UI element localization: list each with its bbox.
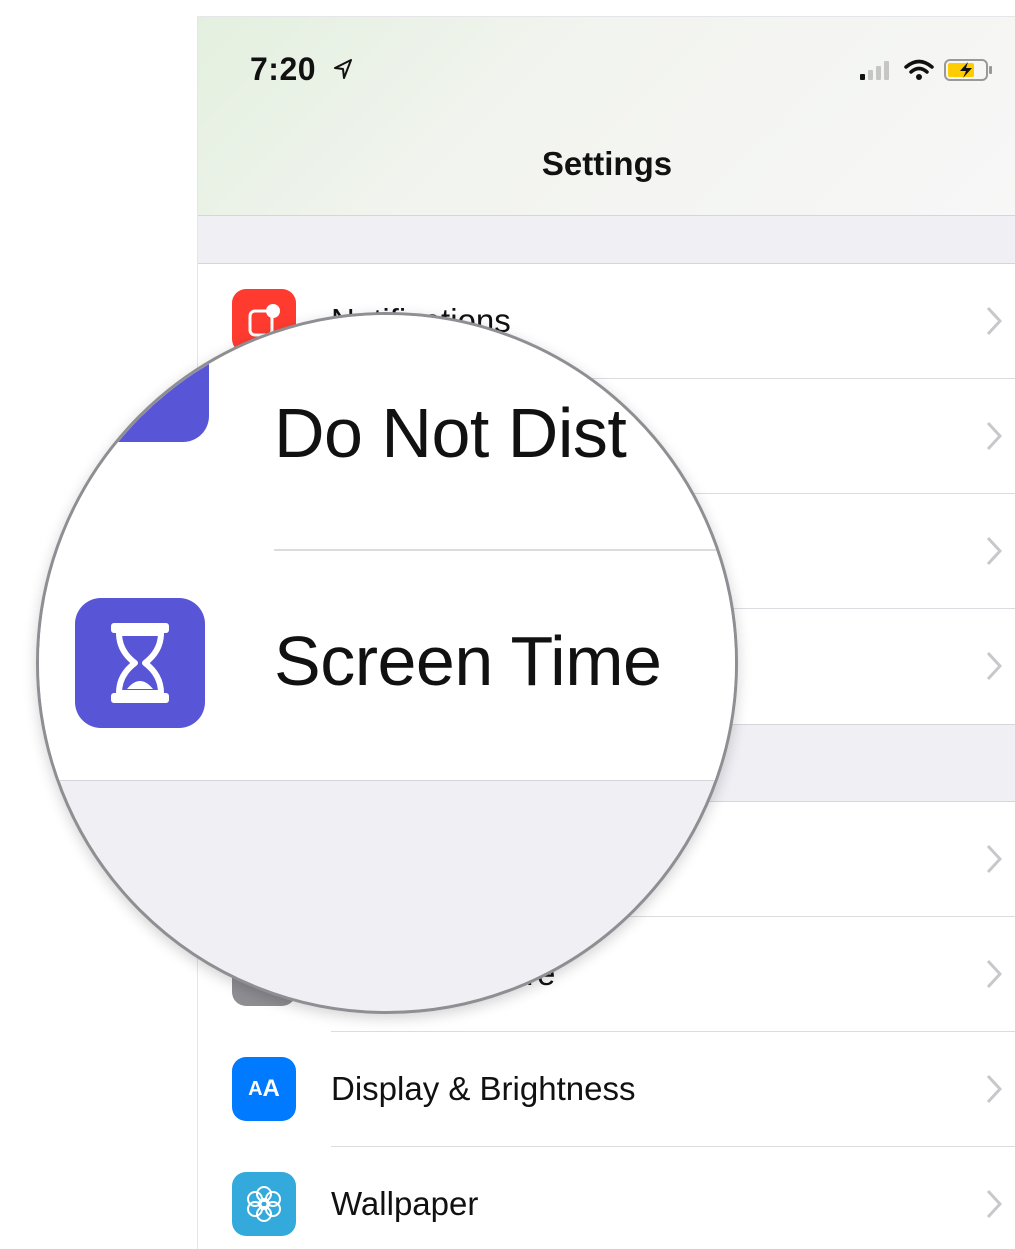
chevron-right-icon: [986, 1074, 1002, 1104]
settings-row-display-brightness[interactable]: AA Display & Brightness: [198, 1032, 1015, 1147]
status-time: 7:20: [250, 51, 317, 87]
screen-time-icon[interactable]: [75, 598, 205, 728]
cellular-signal-icon: [860, 61, 889, 80]
chevron-right-icon: [986, 306, 1002, 336]
page-title: Settings: [541, 145, 673, 182]
icon-text-large: A: [262, 1075, 280, 1102]
wallpaper-icon: [232, 1172, 296, 1236]
status-icons: [860, 55, 994, 85]
chevron-right-icon: [986, 844, 1002, 874]
chevron-right-icon: [986, 959, 1002, 989]
magnified-label-screen-time[interactable]: Screen Time: [274, 621, 662, 701]
row-label: Display & Brightness: [331, 1070, 636, 1107]
wifi-icon: [904, 59, 934, 80]
icon-text-small: A: [248, 1077, 263, 1100]
navigation-bar: 7:20 Settings: [198, 17, 1015, 216]
settings-row-wallpaper[interactable]: Wallpaper: [198, 1147, 1015, 1249]
chevron-right-icon: [986, 421, 1002, 451]
row-label: Wallpaper: [331, 1185, 479, 1222]
chevron-right-icon: [986, 1189, 1002, 1219]
magnified-label-do-not-disturb: Do Not Dist: [274, 394, 627, 472]
chevron-right-icon: [986, 651, 1002, 681]
display-brightness-icon: AA: [232, 1057, 296, 1121]
magnifier-lens: Do Not Dist Screen Time: [36, 312, 738, 1014]
battery-charging-icon: [944, 59, 992, 81]
chevron-right-icon: [986, 536, 1002, 566]
magnified-separator: [274, 549, 735, 551]
do-not-disturb-icon: [79, 315, 209, 442]
location-arrow-icon: [334, 59, 352, 79]
